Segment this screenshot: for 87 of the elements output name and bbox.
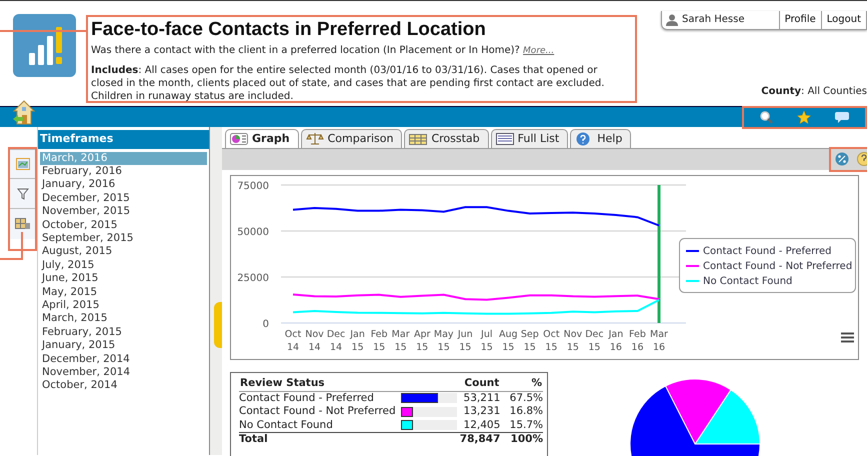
table-cell: Total: [239, 432, 458, 446]
tab[interactable]: Graph: [225, 129, 299, 148]
column-header: Count: [458, 376, 500, 391]
column-header: %: [500, 376, 543, 391]
x-tick-label: Jul 15: [480, 328, 493, 352]
grid-icon: [409, 132, 428, 146]
x-tick-label: Jan 15: [350, 328, 365, 352]
timeframe-item[interactable]: March, 2015: [40, 312, 207, 326]
panel-title: Timeframes: [38, 130, 209, 148]
x-tick-label: Jan 16: [608, 328, 624, 352]
timeframe-item[interactable]: September, 2015: [40, 232, 207, 246]
x-tick-label: Aug 15: [499, 328, 518, 352]
column-header: Review Status: [239, 376, 458, 391]
help-icon[interactable]: [857, 152, 867, 166]
x-tick-label: Nov 15: [564, 328, 582, 352]
timeframe-item[interactable]: May, 2015: [40, 286, 207, 299]
table-cell: Contact Found - Preferred: [239, 391, 401, 405]
scales-icon: [306, 132, 324, 146]
list-icon: [496, 132, 514, 146]
table-cell-text: 13,231: [462, 405, 500, 418]
search-icon[interactable]: [760, 111, 773, 124]
timeframe-item[interactable]: January, 2016: [40, 178, 207, 192]
table-cell-text: 16.8%: [508, 405, 543, 418]
tab[interactable]: Crosstab: [404, 129, 489, 148]
x-tick-label: Feb 15: [370, 328, 388, 352]
legend-label[interactable]: No Contact Found: [703, 276, 792, 286]
x-tick-label: Mar 16: [650, 328, 668, 352]
table-cell: 78,847: [458, 432, 500, 446]
timeframe-item[interactable]: April, 2015: [40, 298, 207, 312]
table-cell: No Contact Found: [239, 418, 401, 432]
user-name: Sarah Hesse: [681, 13, 746, 27]
tab[interactable]: Help: [570, 129, 632, 148]
x-tick-label: Dec 14: [326, 328, 346, 352]
indicator-question: Was there a contact with the client in a preferred location (In Placement or In Home)? More...: [91, 44, 556, 58]
y-tick-label: 50000: [237, 226, 269, 238]
table-cell: 67.5%: [500, 391, 543, 405]
county-filter-label: County: All Counties: [761, 85, 867, 99]
timeframe-item[interactable]: October, 2014: [40, 379, 207, 393]
percent-icon[interactable]: [835, 152, 849, 166]
timeframe-item[interactable]: January, 2015: [40, 339, 207, 353]
page-title: Face-to-face Contacts in Preferred Location: [91, 19, 487, 41]
includes-description: Includes: All cases open for the entire selected month (03/01/16 to 03/31/16). Cases that opened or closed in the month, clients placed out of state, and cases that are pending first contact are excluded. Children in runaway status are included.: [91, 64, 606, 102]
table-cell: 100%: [500, 432, 543, 446]
table-cell: 12,405: [458, 418, 500, 432]
timeframe-item[interactable]: July, 2015: [40, 258, 207, 272]
table-cell: 53,211: [458, 391, 500, 405]
header-link[interactable]: Profile: [778, 11, 821, 29]
user-icon: [666, 14, 678, 26]
timeframe-item[interactable]: November, 2014: [40, 366, 207, 380]
x-tick-label: Feb 16: [629, 328, 646, 352]
header-link[interactable]: Logout: [820, 11, 866, 29]
speech-bubble-icon[interactable]: [835, 112, 849, 124]
table-cell: 15.7%: [500, 418, 543, 432]
more-link[interactable]: More...: [523, 46, 554, 56]
y-tick-label: 75000: [237, 180, 269, 192]
tab[interactable]: Full List: [490, 129, 568, 148]
legend-label[interactable]: Contact Found - Preferred: [703, 246, 832, 256]
timeframe-item[interactable]: November, 2015: [40, 205, 207, 219]
table-cell-text: Contact Found - Not Preferred: [239, 405, 397, 418]
table-icon[interactable]: [14, 218, 30, 230]
star-icon[interactable]: [797, 111, 811, 124]
timeframe-item[interactable]: February, 2016: [40, 164, 207, 178]
x-tick-label: Dec 15: [585, 328, 604, 352]
splitter-handle[interactable]: [214, 302, 222, 348]
timeframe-item[interactable]: June, 2015: [40, 272, 207, 286]
chart-icon[interactable]: [16, 158, 30, 170]
x-tick-label: Jun 15: [458, 328, 473, 352]
timeframe-item[interactable]: February, 2015: [40, 326, 207, 340]
x-tick-label: Mar 15: [392, 328, 410, 352]
timeframe-item[interactable]: August, 2015: [40, 245, 207, 259]
x-tick-label: Apr 15: [414, 328, 430, 352]
x-tick-label: Nov 14: [305, 328, 324, 352]
menu-icon[interactable]: [841, 332, 854, 342]
x-tick-label: May 15: [434, 328, 454, 352]
timeframe-item[interactable]: October, 2015: [40, 218, 207, 232]
tab[interactable]: Comparison: [300, 129, 402, 148]
legend-label[interactable]: Contact Found - Not Preferred: [703, 260, 852, 272]
y-tick-label: 25000: [237, 272, 269, 284]
x-tick-label: Oct 14: [284, 328, 302, 352]
timeframe-item[interactable]: December, 2014: [40, 352, 207, 366]
y-tick-label: 0: [262, 318, 269, 330]
x-tick-label: Sep 15: [520, 328, 539, 352]
home-icon[interactable]: [12, 100, 36, 126]
filter-icon[interactable]: [16, 188, 28, 200]
x-tick-label: Oct 15: [543, 328, 560, 352]
timeframe-item[interactable]: December, 2015: [40, 192, 207, 206]
pie-chart-icon: [230, 132, 248, 146]
